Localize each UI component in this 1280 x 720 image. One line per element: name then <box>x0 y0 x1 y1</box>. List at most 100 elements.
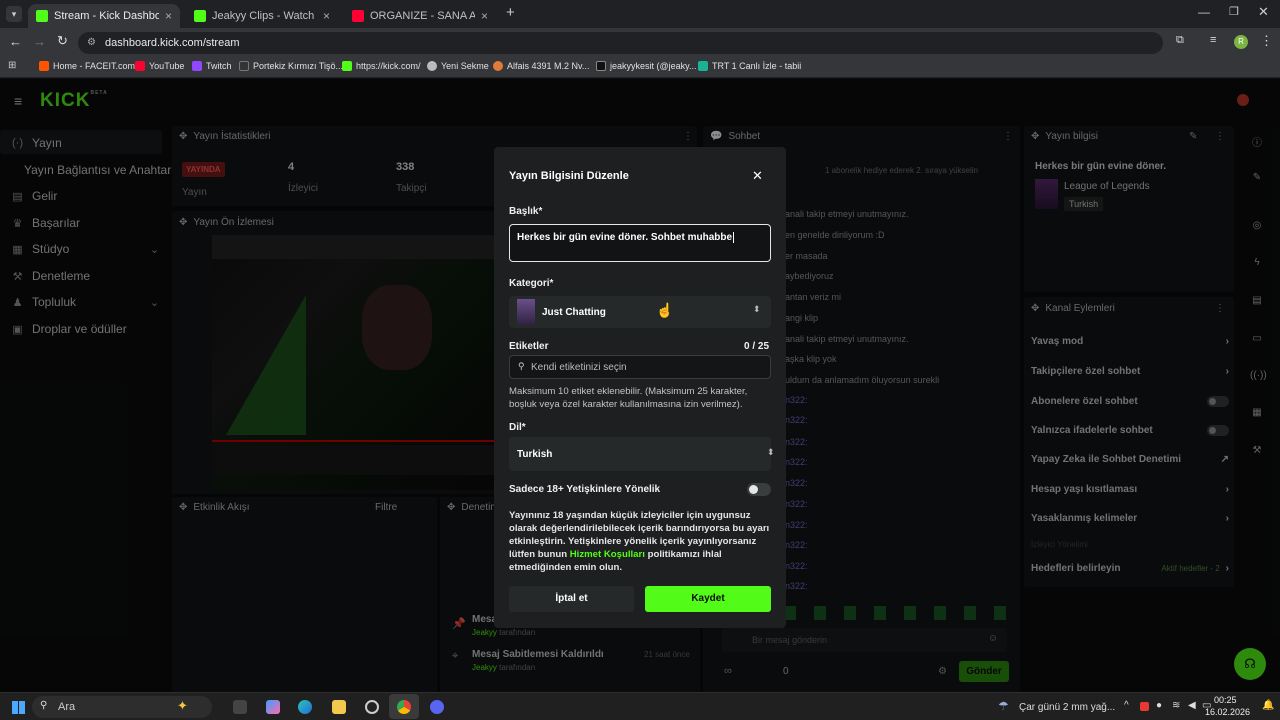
adult-help-text: Yayınınız 18 yaşından küçük izleyiciler … <box>509 509 774 574</box>
site-info-icon[interactable]: ⚙ <box>87 32 96 54</box>
terms-of-service-link[interactable]: Hizmet Koşulları <box>570 549 645 560</box>
kick-favicon-icon <box>194 10 206 22</box>
discord-icon[interactable] <box>430 700 444 714</box>
copilot-icon[interactable] <box>266 700 280 714</box>
taskbar-search-label: Ara <box>58 701 76 713</box>
search-icon: ⚲ <box>40 700 48 711</box>
close-tab-icon[interactable]: × <box>481 9 488 23</box>
title-input[interactable]: Herkes bir gün evine döner. Sohbet muhab… <box>509 224 771 262</box>
faceit-icon <box>39 61 49 71</box>
category-thumbnail <box>517 299 535 325</box>
modal-title: Yayın Bilgisini Düzenle <box>509 170 629 182</box>
bookmark-twitch[interactable]: Twitch <box>192 61 232 71</box>
bookmark-youtube[interactable]: YouTube <box>135 61 184 71</box>
browser-tab-title: ORGANIZE - SANA ANLATMA <box>370 10 475 22</box>
bookmark-faceit[interactable]: Home - FACEIT.com <box>39 61 135 71</box>
updown-arrows-icon: ⬍ <box>767 447 775 457</box>
clock-time[interactable]: 00:25 <box>1214 695 1237 705</box>
close-tab-icon[interactable]: × <box>165 9 172 23</box>
tray-app-icon[interactable] <box>1140 702 1149 711</box>
browser-tab-title: Jeakyy Clips - Watch Live on Kick <box>212 10 317 22</box>
browser-tab-clips[interactable]: Jeakyy Clips - Watch Live on Kick × <box>186 4 338 28</box>
file-explorer-icon[interactable] <box>332 700 346 714</box>
task-view-icon[interactable] <box>233 700 247 714</box>
title-input-value: Herkes bir gün evine döner. Sohbet muhab… <box>517 232 733 243</box>
language-value: Turkish <box>517 449 553 460</box>
address-bar[interactable]: ⚙ dashboard.kick.com/stream <box>78 32 1163 54</box>
windows-start-icon[interactable] <box>12 701 25 714</box>
kick-favicon-icon <box>36 10 48 22</box>
twitch-icon <box>192 61 202 71</box>
youtube-favicon-icon <box>352 10 364 22</box>
category-select[interactable]: Just Chatting ⬍ <box>509 296 771 328</box>
clock-date[interactable]: 16.02.2026 <box>1205 707 1250 717</box>
bookmark-label: Home - FACEIT.com <box>53 61 136 71</box>
category-label: Kategori* <box>509 278 554 289</box>
close-window-icon[interactable]: ✕ <box>1258 4 1269 20</box>
new-tab-button[interactable]: + <box>506 4 515 21</box>
edit-stream-info-modal: Yayın Bilgisini Düzenle ✕ Başlık* Herkes… <box>494 147 786 628</box>
bookmark-tiktok[interactable]: jeakyykesit (@jeaky... <box>596 61 697 71</box>
category-value: Just Chatting <box>542 307 606 318</box>
browser-tab-stream[interactable]: Stream - Kick Dashboard × <box>28 4 180 28</box>
obs-icon[interactable] <box>365 700 379 714</box>
forward-icon[interactable]: → <box>33 34 46 49</box>
bookmark-label: TRT 1 Canlı İzle - tabii <box>712 61 802 71</box>
tray-chevron-icon[interactable]: ^ <box>1124 700 1129 711</box>
back-icon[interactable]: ← <box>9 34 22 49</box>
tags-counter: 0 / 25 <box>744 341 770 352</box>
bookmark-label: Twitch <box>206 61 232 71</box>
maximize-icon[interactable]: ❐ <box>1229 5 1239 18</box>
browser-tab-strip: ▾ Stream - Kick Dashboard × Jeakyy Clips… <box>0 0 1280 28</box>
bookmarks-bar: ⊞ Home - FACEIT.com YouTube Twitch Porte… <box>0 56 1280 78</box>
store-icon <box>493 61 503 71</box>
language-select[interactable]: Turkish ⬍ <box>509 437 775 471</box>
cancel-button[interactable]: İptal et <box>509 586 634 612</box>
tab-search-button[interactable]: ▾ <box>6 6 22 22</box>
tags-input-placeholder: Kendi etiketinizi seçin <box>531 362 627 373</box>
browser-tab-youtube[interactable]: ORGANIZE - SANA ANLATMA × <box>344 4 496 28</box>
media-icon[interactable]: ≡ <box>1210 34 1216 46</box>
tiktok-icon <box>596 61 606 71</box>
address-bar-url: dashboard.kick.com/stream <box>105 37 240 49</box>
edge-icon[interactable] <box>298 700 312 714</box>
apps-grid-icon[interactable]: ⊞ <box>8 60 16 71</box>
tags-input[interactable]: ⚲ Kendi etiketinizi seçin <box>509 355 771 379</box>
close-tab-icon[interactable]: × <box>323 9 330 23</box>
extensions-icon[interactable]: ⧉ <box>1176 34 1184 47</box>
bookmark-label: jeakyykesit (@jeaky... <box>610 61 697 71</box>
tags-label: Etiketler <box>509 341 549 352</box>
language-label: Dil* <box>509 422 526 433</box>
adult-only-toggle[interactable] <box>747 483 771 496</box>
volume-icon[interactable]: ◀ <box>1188 700 1196 711</box>
bookmark-kick[interactable]: https://kick.com/ <box>342 61 421 71</box>
youtube-icon <box>135 61 145 71</box>
bookmark-alfais[interactable]: Alfais 4391 M.2 Nv... <box>493 61 589 71</box>
notification-bell-icon[interactable]: 🔔 <box>1262 700 1274 711</box>
bookmark-new-tab[interactable]: Yeni Sekme <box>427 61 489 71</box>
trt-icon <box>698 61 708 71</box>
chrome-icon[interactable] <box>397 700 411 714</box>
minimize-icon[interactable]: — <box>1198 5 1210 19</box>
title-label: Başlık* <box>509 206 543 217</box>
bookmark-trt[interactable]: TRT 1 Canlı İzle - tabii <box>698 61 801 71</box>
kick-icon <box>342 61 352 71</box>
tray-mic-icon[interactable]: ● <box>1156 700 1162 711</box>
mouse-cursor: ☝ <box>656 302 674 318</box>
bookmark-portekiz[interactable]: Portekiz Kırmızı Tişö... <box>239 61 343 71</box>
weather-text[interactable]: Çar günü 2 mm yağ... <box>1019 702 1115 713</box>
bookmark-label: https://kick.com/ <box>356 61 421 71</box>
reload-icon[interactable]: ↻ <box>57 33 68 49</box>
plus-icon <box>239 61 249 71</box>
bookmark-label: Yeni Sekme <box>441 61 489 71</box>
bookmark-label: Portekiz Kırmızı Tişö... <box>253 61 344 71</box>
toggle-knob <box>749 485 758 494</box>
close-icon[interactable]: ✕ <box>752 168 763 184</box>
wifi-icon[interactable]: ≋ <box>1172 700 1180 711</box>
save-button[interactable]: Kaydet <box>645 586 771 612</box>
search-highlight-icon: ✦ <box>177 698 188 713</box>
browser-menu-icon[interactable]: ⋮ <box>1260 33 1273 49</box>
text-cursor <box>733 232 735 243</box>
profile-avatar[interactable]: R <box>1234 35 1248 49</box>
taskbar-search-box[interactable]: ⚲ Ara ✦ <box>32 696 212 718</box>
